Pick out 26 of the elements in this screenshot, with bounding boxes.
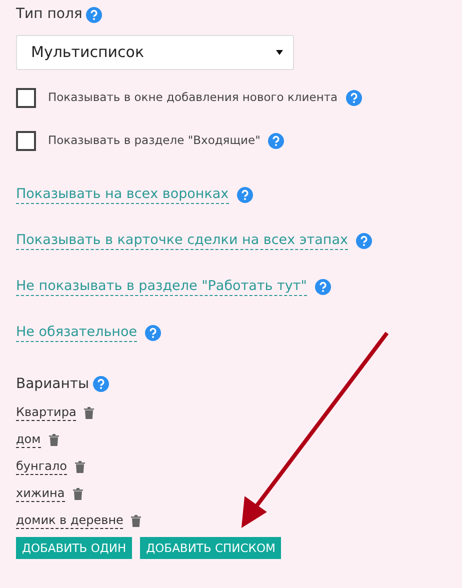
trash-icon[interactable] xyxy=(48,434,59,446)
variants-label: Варианты xyxy=(16,374,90,394)
trash-icon[interactable] xyxy=(72,488,83,500)
variant-item[interactable]: бунгало xyxy=(16,458,68,474)
variant-item[interactable]: дом xyxy=(16,432,41,448)
variant-item[interactable]: хижина xyxy=(16,486,65,502)
trash-icon[interactable] xyxy=(84,406,94,418)
checkbox[interactable] xyxy=(16,131,36,151)
trash-icon[interactable] xyxy=(131,514,142,526)
help-icon[interactable] xyxy=(236,186,253,203)
help-icon[interactable] xyxy=(86,6,102,22)
help-icon[interactable] xyxy=(145,324,162,341)
field-type-select[interactable]: Мультисписок xyxy=(16,35,294,70)
checkbox-label: Показывать в разделе "Входящие" xyxy=(48,132,260,150)
variant-item[interactable]: Квартира xyxy=(16,404,76,420)
help-icon[interactable] xyxy=(314,278,331,295)
field-label: Тип поля xyxy=(16,5,82,24)
help-icon[interactable] xyxy=(346,90,362,106)
help-icon[interactable] xyxy=(268,133,284,149)
help-icon[interactable] xyxy=(93,376,110,392)
checkbox[interactable] xyxy=(16,88,36,108)
trash-icon[interactable] xyxy=(75,460,86,472)
variant-item[interactable]: домик в деревне xyxy=(16,512,124,528)
caret-icon xyxy=(276,50,283,55)
checkbox-label: Показывать в окне добавления нового клиента xyxy=(48,89,338,106)
help-icon[interactable] xyxy=(356,232,372,249)
